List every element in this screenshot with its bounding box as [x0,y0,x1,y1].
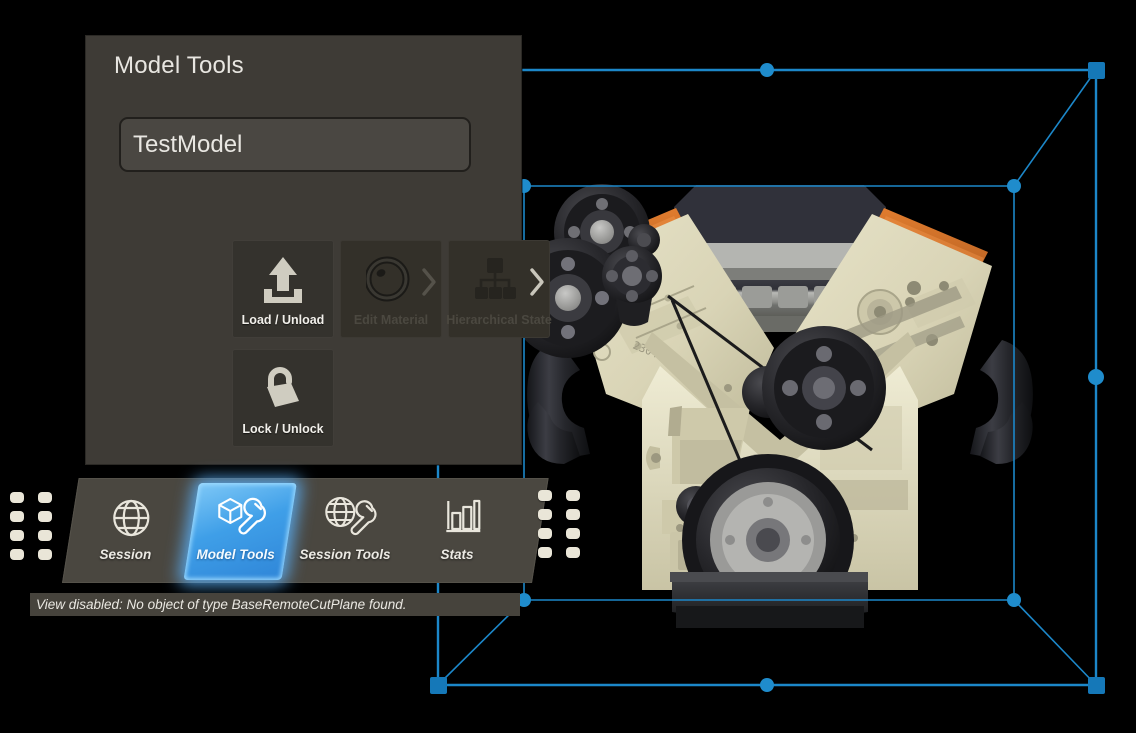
model-name-input[interactable] [119,117,471,172]
cube-wrench-icon [212,495,271,541]
lock-unlock-button[interactable]: Lock / Unlock [232,349,334,447]
globe-icon [107,495,156,541]
tab-model-tools[interactable]: Model Tools [181,483,296,580]
model-tools-panel: Model Tools Load / Unload [85,35,522,465]
chevron-right-icon [529,267,545,297]
bottom-toolbar: Session [62,478,549,583]
tab-session-tools[interactable]: Session Tools [291,483,406,580]
tab-session-label: Session [100,547,152,562]
status-message: View disabled: No object of type BaseRem… [36,597,406,612]
bbox-edge-handle [517,63,1104,692]
lock-unlock-label: Lock / Unlock [211,422,355,436]
toolbar-grip-right[interactable] [538,490,580,558]
globe-wrench-icon [321,495,382,541]
status-bar: View disabled: No object of type BaseRem… [30,593,520,616]
tab-session-tools-label: Session Tools [300,547,391,562]
app-root: 23047823 [0,0,1136,733]
bar-chart-icon [439,495,488,541]
hierarchical-state-button[interactable]: Hierarchical State [448,240,550,338]
unlock-icon [233,360,333,416]
bottom-toolbar-wrap: Session [0,470,600,590]
upload-icon [233,251,333,307]
tab-model-tools-label: Model Tools [196,547,274,562]
tab-session[interactable]: Session [71,483,186,580]
hierarchical-state-label: Hierarchical State [427,313,571,327]
panel-title: Model Tools [114,52,244,80]
chevron-right-icon [421,267,437,297]
tab-stats-label: Stats [441,547,474,562]
tab-stats[interactable]: Stats [403,483,518,580]
toolbar-grip-left[interactable] [10,492,52,560]
